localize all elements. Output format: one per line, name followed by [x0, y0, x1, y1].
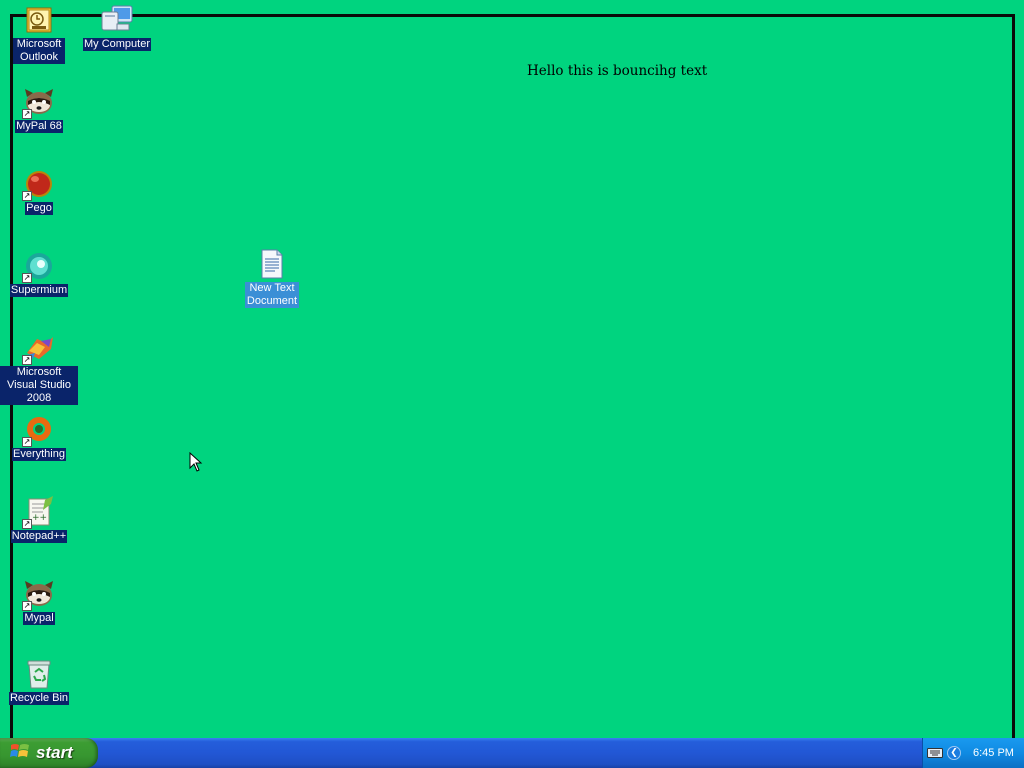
shortcut-arrow-icon: ↗	[22, 355, 32, 365]
pego-icon: ↗	[22, 167, 56, 201]
icon-label: Microsoft Visual Studio 2008	[0, 366, 78, 405]
icon-label: Supermium	[9, 284, 69, 297]
keyboard-icon[interactable]	[927, 744, 943, 763]
mypal-icon: ↗	[22, 85, 56, 119]
icon-label: Pego	[25, 202, 53, 215]
mouse-pointer-icon	[189, 451, 203, 476]
shortcut-arrow-icon: ↗	[22, 601, 32, 611]
desktop-icon-everything[interactable]: ↗ Everything	[0, 413, 79, 461]
bouncing-text: Hello this is bouncihg text	[527, 63, 708, 79]
desktop-icon-visual-studio-2008[interactable]: ↗ Microsoft Visual Studio 2008	[0, 331, 79, 405]
recycle-bin-icon	[22, 657, 56, 691]
outlook-icon	[22, 3, 56, 37]
icon-label: MyPal 68	[15, 120, 63, 133]
icon-label: Microsoft Outlook	[13, 38, 65, 64]
desktop-icon-recycle-bin[interactable]: Recycle Bin	[0, 657, 79, 705]
system-tray: ❮ 6:45 PM	[922, 738, 1024, 768]
show-hidden-icons-button[interactable]: ❮	[947, 746, 961, 760]
window-frame-border	[10, 14, 1015, 754]
start-label: start	[36, 743, 73, 762]
icon-label: New Text Document	[245, 282, 299, 308]
desktop[interactable]: Hello this is bouncihg text Microsoft Ou…	[0, 0, 1024, 754]
windows-logo-icon	[10, 742, 30, 764]
desktop-icon-new-text-document[interactable]: New Text Document	[232, 247, 312, 308]
svg-text:++: ++	[32, 513, 47, 523]
mypal-icon: ↗	[22, 577, 56, 611]
desktop-icon-pego[interactable]: ↗ Pego	[0, 167, 79, 215]
icon-label: Recycle Bin	[8, 692, 70, 705]
taskbar: start ❮ 6:45 PM	[0, 738, 1024, 768]
icon-label: Notepad++	[10, 530, 68, 543]
desktop-icon-notepadpp[interactable]: ++ ↗ Notepad++	[0, 495, 79, 543]
desktop-icon-microsoft-outlook[interactable]: Microsoft Outlook	[0, 3, 79, 64]
my-computer-icon	[100, 3, 134, 37]
shortcut-arrow-icon: ↗	[22, 519, 32, 529]
desktop-icon-mypal[interactable]: ↗ Mypal	[0, 577, 79, 625]
start-button[interactable]: start	[0, 738, 98, 768]
desktop-icon-my-computer[interactable]: My Computer	[77, 3, 157, 51]
supermium-icon: ↗	[22, 249, 56, 283]
desktop-icon-supermium[interactable]: ↗ Supermium	[0, 249, 79, 297]
notepadpp-icon: ++ ↗	[22, 495, 56, 529]
icon-label: My Computer	[82, 38, 152, 51]
visual-studio-icon: ↗	[22, 331, 56, 365]
shortcut-arrow-icon: ↗	[22, 273, 32, 283]
everything-icon: ↗	[22, 413, 56, 447]
icon-label: Mypal	[23, 612, 55, 625]
clock[interactable]: 6:45 PM	[973, 747, 1014, 759]
text-document-icon	[255, 247, 289, 281]
shortcut-arrow-icon: ↗	[22, 191, 32, 201]
icon-label: Everything	[12, 448, 66, 461]
shortcut-arrow-icon: ↗	[22, 437, 32, 447]
shortcut-arrow-icon: ↗	[22, 109, 32, 119]
desktop-icon-mypal-68[interactable]: ↗ MyPal 68	[0, 85, 79, 133]
